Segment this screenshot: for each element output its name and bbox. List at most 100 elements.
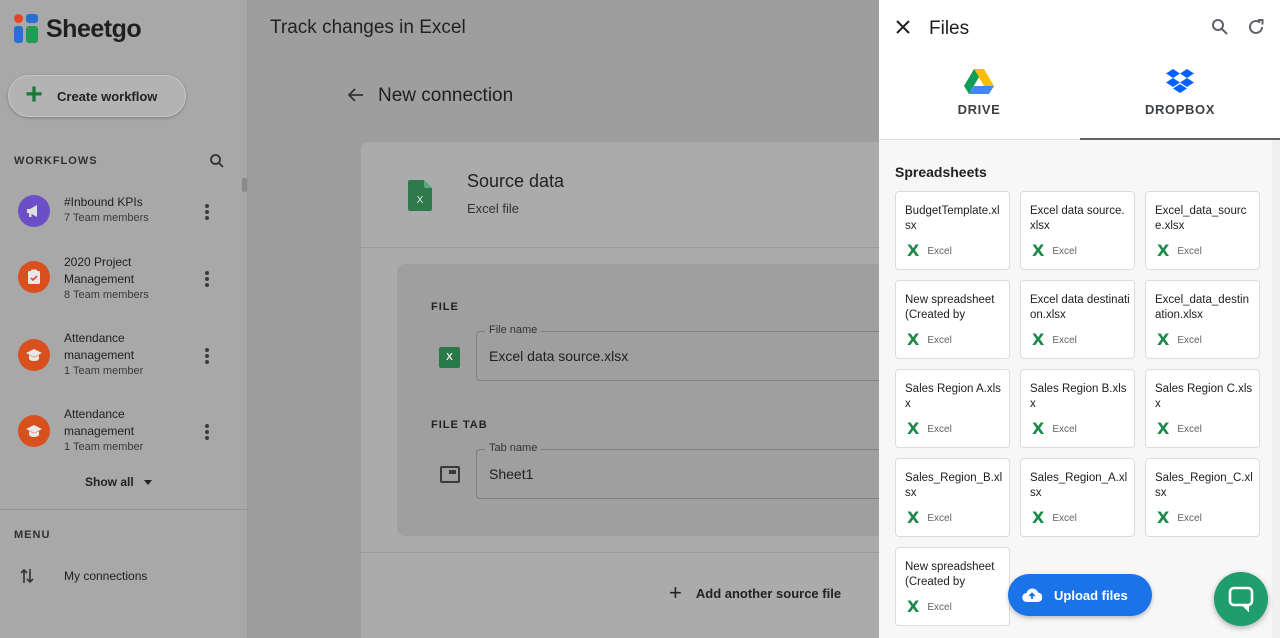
file-list-scrollbar[interactable] [1272, 140, 1280, 638]
dropbox-icon [1166, 69, 1194, 93]
excel-icon: X [1157, 330, 1170, 349]
file-card[interactable]: BudgetTemplate.xlsx X Excel [895, 191, 1010, 270]
file-card[interactable]: Sales Region C.xlsx X Excel [1145, 369, 1260, 448]
arrows-up-down-icon [20, 568, 34, 584]
file-name: Sales_Region_B.xlsx [905, 472, 1003, 499]
file-card[interactable]: Excel data destination.xlsx X Excel [1020, 280, 1135, 359]
connection-title: New connection [378, 85, 514, 106]
chat-button[interactable] [1214, 572, 1268, 626]
file-type: X Excel [1032, 510, 1077, 526]
file-type-label: Excel [927, 601, 952, 613]
search-icon[interactable] [209, 153, 225, 169]
sidebar: Sheetgo + Create workflow WORKFLOWS #Inb… [0, 0, 248, 638]
brand-name: Sheetgo [46, 14, 142, 43]
file-type-label: Excel [927, 334, 952, 346]
file-type: X Excel [1157, 243, 1202, 259]
file-list[interactable]: Spreadsheets BudgetTemplate.xlsx X Excel … [879, 140, 1272, 638]
file-card[interactable]: Sales_Region_B.xlsx X Excel [895, 458, 1010, 537]
menu-item-label: My connections [64, 569, 148, 583]
plus-icon: + [669, 580, 682, 605]
show-all-button[interactable]: Show all [85, 475, 152, 489]
file-card[interactable]: Excel_data_source.xlsx X Excel [1145, 191, 1260, 270]
file-type: X Excel [1032, 243, 1077, 259]
file-type-label: Excel [1052, 334, 1077, 346]
file-card[interactable]: Sales Region A.xlsx X Excel [895, 369, 1010, 448]
divider [361, 552, 921, 553]
section-title: Spreadsheets [895, 164, 987, 180]
file-card[interactable]: New spreadsheet (Created by X Excel [895, 547, 1010, 626]
sidebar-scrollbar[interactable] [242, 178, 247, 192]
file-name: Sales Region A.xlsx [905, 383, 1001, 410]
file-name: Sales Region B.xlsx [1030, 383, 1127, 410]
workflow-members: 1 Team member [64, 365, 144, 377]
file-name-legend: File name [485, 324, 542, 336]
add-source-button[interactable]: + Add another source file [669, 582, 841, 604]
plus-icon: + [25, 77, 43, 111]
workflow-members: 8 Team members [64, 289, 149, 301]
file-name: BudgetTemplate.xlsx [905, 205, 1000, 232]
tab-name-legend: Tab name [485, 442, 542, 454]
source-title: Source data [467, 171, 565, 191]
close-icon[interactable] [895, 19, 911, 35]
tab-dropbox[interactable]: DROPBOX [1080, 58, 1280, 140]
tab-drive[interactable]: DRIVE [879, 58, 1079, 140]
arrow-back-icon[interactable] [347, 86, 365, 104]
excel-icon: X [439, 347, 460, 368]
workflow-title: 2020 Project Management [64, 255, 135, 286]
excel-icon: X [1032, 419, 1045, 438]
file-card[interactable]: Sales_Region_A.xlsx X Excel [1020, 458, 1135, 537]
search-icon[interactable] [1211, 18, 1229, 36]
sheetgo-logo-icon [14, 14, 40, 44]
file-type-label: Excel [927, 245, 952, 257]
svg-text:X: X [417, 195, 424, 206]
add-source-label: Add another source file [695, 585, 842, 601]
file-tab-label: FILE TAB [431, 419, 488, 431]
workflow-title: Attendance management [64, 407, 135, 438]
file-card[interactable]: Excel data source.xlsx X Excel [1020, 191, 1135, 270]
file-card[interactable]: New spreadsheet (Created by X Excel [895, 280, 1010, 359]
file-type: X Excel [1157, 332, 1202, 348]
more-options-icon[interactable] [205, 348, 209, 366]
file-type: X Excel [907, 599, 952, 615]
excel-icon: X [1032, 330, 1045, 349]
excel-icon: X [1032, 508, 1045, 527]
menu-item-my-connections[interactable]: My connections [20, 567, 147, 585]
file-type: X Excel [907, 421, 952, 437]
panel-title: Files [929, 18, 970, 39]
show-all-label: Show all [85, 475, 134, 489]
create-workflow-button[interactable]: + Create workflow [8, 75, 186, 117]
file-name-field[interactable]: File name Excel data source.xlsx [476, 324, 921, 381]
file-type: X Excel [907, 332, 952, 348]
tab-icon [440, 466, 460, 483]
file-card[interactable]: Sales Region B.xlsx X Excel [1020, 369, 1135, 448]
upload-files-button[interactable]: Upload files [1008, 574, 1152, 616]
file-name-value: Excel data source.xlsx [489, 348, 629, 364]
file-name: Excel_data_destination.xlsx [1155, 294, 1249, 321]
excel-icon: X [907, 508, 920, 527]
source-config: FILE X File name Excel data source.xlsx … [397, 264, 921, 536]
more-options-icon[interactable] [205, 271, 209, 289]
file-card[interactable]: Sales_Region_C.xlsx X Excel [1145, 458, 1260, 537]
excel-icon: X [1157, 419, 1170, 438]
panel-header: Files [879, 0, 1280, 58]
tab-name-field[interactable]: Tab name Sheet1 [476, 442, 921, 499]
more-options-icon[interactable] [205, 204, 209, 222]
clipboard-check-icon [18, 261, 50, 293]
graduation-cap-icon [18, 339, 50, 371]
file-type: X Excel [1157, 510, 1202, 526]
divider [0, 509, 248, 510]
file-type-label: Excel [1177, 334, 1202, 346]
workflow-title: #Inbound KPIs [64, 195, 143, 209]
file-type: X Excel [1032, 332, 1077, 348]
refresh-icon[interactable] [1247, 18, 1265, 36]
file-type-label: Excel [1052, 245, 1077, 257]
file-card[interactable]: Excel_data_destination.xlsx X Excel [1145, 280, 1260, 359]
file-name: New spreadsheet (Created by [905, 294, 995, 321]
storage-tabs: DRIVE DROPBOX [879, 58, 1280, 140]
excel-icon: X [907, 330, 920, 349]
file-type-label: Excel [1177, 245, 1202, 257]
sheetgo-logo[interactable]: Sheetgo [14, 14, 142, 44]
file-type-label: Excel [927, 423, 952, 435]
file-type: X Excel [1032, 421, 1077, 437]
more-options-icon[interactable] [205, 424, 209, 442]
